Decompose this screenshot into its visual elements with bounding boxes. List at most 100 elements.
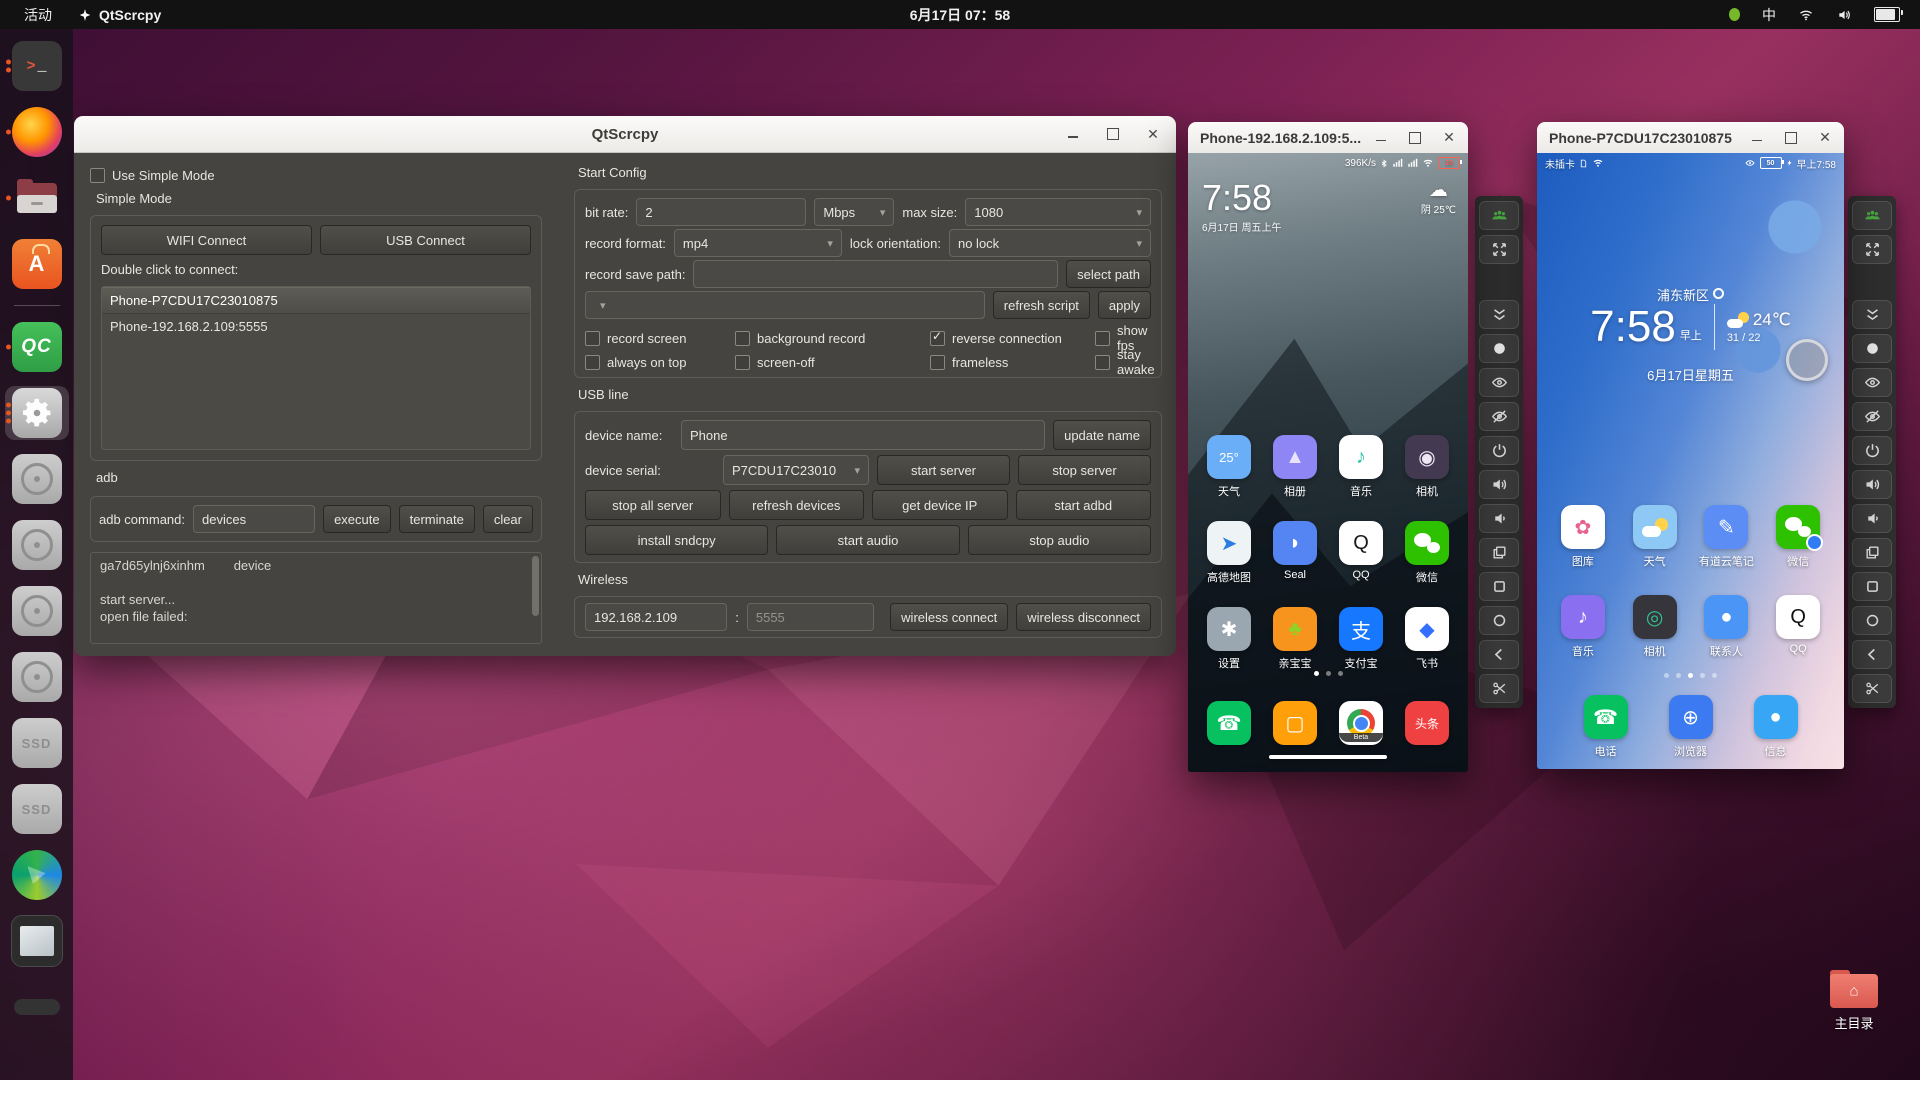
- screen-off-button[interactable]: [1479, 402, 1519, 431]
- phone2-titlebar[interactable]: Phone-P7CDU17C23010875 ✕: [1537, 122, 1844, 154]
- home-folder-shortcut[interactable]: ⌂ 主目录: [1824, 970, 1884, 1032]
- screen-off-button[interactable]: [1852, 402, 1892, 431]
- volume-icon[interactable]: [1836, 8, 1852, 22]
- app-icon-QQ[interactable]: Q QQ: [1332, 521, 1390, 585]
- dock-item-settings[interactable]: [4, 386, 69, 440]
- dock-item-qtscrcpy[interactable]: QC: [5, 320, 69, 374]
- app-icon-QQ[interactable]: Q QQ: [1769, 595, 1827, 659]
- script-combo[interactable]: [585, 291, 985, 319]
- clock-date[interactable]: 6月17日 07：58: [0, 5, 1920, 25]
- option-checkbox-frameless[interactable]: frameless: [930, 354, 1095, 370]
- battery-icon[interactable]: [1874, 7, 1903, 22]
- phone1-screen[interactable]: 396K/s 10 7:58 6月17日 周五上午 ☁ 阴 25℃ 25° 天气 ▲ 相…: [1188, 153, 1468, 772]
- use-simple-mode-checkbox[interactable]: Use Simple Mode: [90, 165, 542, 185]
- dock-item-terminal[interactable]: > _: [5, 39, 69, 93]
- wireless-connect-button[interactable]: wireless connect: [890, 603, 1009, 631]
- bit-rate-input[interactable]: 2: [636, 198, 807, 226]
- dock-item-dark-app[interactable]: [5, 980, 69, 1034]
- option-checkbox-screen-off[interactable]: screen-off: [735, 354, 930, 370]
- app-icon-chrome-beta[interactable]: Beta: [1332, 701, 1390, 745]
- refresh-devices-button[interactable]: refresh devices: [728, 490, 864, 520]
- clear-button[interactable]: clear: [482, 505, 533, 533]
- app-icon-飞书[interactable]: ◆ 飞书: [1398, 607, 1456, 671]
- wireless-ip-input[interactable]: 192.168.2.109: [585, 603, 728, 631]
- touch-button[interactable]: [1852, 334, 1892, 363]
- device-list-item[interactable]: Phone-192.168.2.109:5555: [102, 314, 530, 339]
- app-icon-微信[interactable]: 微信: [1769, 505, 1827, 569]
- app-icon-支付宝[interactable]: 支支付宝: [1332, 607, 1390, 671]
- option-checkbox-background-record[interactable]: background record: [735, 330, 930, 346]
- option-checkbox-reverse-connection[interactable]: reverse connection: [930, 329, 1095, 346]
- maximize-button[interactable]: [1104, 125, 1122, 143]
- record-save-path-input[interactable]: [693, 260, 1059, 288]
- phone2-screen[interactable]: 未插卡 50 早上7:58 浦东新区 7:58 早上 24℃ 31 / 22 6月1…: [1537, 153, 1844, 769]
- assistive-touch-ball[interactable]: [1786, 339, 1828, 381]
- focused-app-menu[interactable]: QtScrcpy: [78, 7, 161, 23]
- group-control-button[interactable]: [1479, 201, 1519, 230]
- touch-button[interactable]: [1479, 334, 1519, 363]
- wireless-disconnect-button[interactable]: wireless disconnect: [1016, 603, 1151, 631]
- dock-item-firefox[interactable]: [5, 105, 69, 159]
- phone1-titlebar[interactable]: Phone-192.168.2.109:5... ✕: [1188, 122, 1468, 154]
- expand-notification-button[interactable]: [1479, 300, 1519, 329]
- app-icon-信息[interactable]: ● 信息: [1747, 695, 1805, 759]
- power-button[interactable]: [1479, 436, 1519, 465]
- dock-item-sphere-app[interactable]: [5, 848, 69, 902]
- app-icon-相册[interactable]: ▲ 相册: [1266, 435, 1324, 499]
- back-button[interactable]: [1479, 640, 1519, 669]
- record-format-combo[interactable]: mp4: [673, 229, 842, 257]
- start-adbd-button[interactable]: start adbd: [1015, 490, 1151, 520]
- wifi-icon[interactable]: [1798, 8, 1814, 22]
- execute-button[interactable]: execute: [323, 505, 391, 533]
- stop-all-server-button[interactable]: stop all server: [585, 490, 721, 520]
- device-list-item[interactable]: Phone-P7CDU17C23010875: [102, 287, 530, 314]
- close-button[interactable]: ✕: [1144, 125, 1162, 143]
- option-checkbox-record-screen[interactable]: record screen: [585, 330, 735, 346]
- start-audio-button[interactable]: start audio: [776, 525, 960, 555]
- home-button[interactable]: [1479, 606, 1519, 635]
- app-icon-Seal[interactable]: ◗ Seal: [1266, 521, 1324, 585]
- menu-button[interactable]: [1479, 572, 1519, 601]
- volume-up-button[interactable]: [1852, 470, 1892, 499]
- dock-item-ssd-2[interactable]: SSD: [5, 782, 69, 836]
- maximize-button[interactable]: [1782, 129, 1800, 147]
- close-button[interactable]: ✕: [1440, 129, 1458, 147]
- app-icon-有道云笔记[interactable]: ✎ 有道云笔记: [1697, 505, 1755, 569]
- option-checkbox-always-on-top[interactable]: always on top: [585, 354, 735, 370]
- app-icon-亲宝宝[interactable]: ♣ 亲宝宝: [1266, 607, 1324, 671]
- minimize-button[interactable]: [1372, 129, 1390, 147]
- start-server-button[interactable]: start server: [877, 455, 1010, 485]
- minimize-button[interactable]: [1748, 129, 1766, 147]
- group-control-button[interactable]: [1852, 201, 1892, 230]
- full-screen-button[interactable]: [1479, 235, 1519, 264]
- input-method-indicator[interactable]: 中: [1762, 5, 1776, 25]
- lock-orientation-combo[interactable]: no lock: [948, 229, 1151, 257]
- device-list[interactable]: Phone-P7CDU17C23010875 Phone-192.168.2.10…: [101, 286, 531, 450]
- install-sndcpy-button[interactable]: install sndcpy: [585, 525, 769, 555]
- wifi-connect-button[interactable]: WIFI Connect: [101, 225, 312, 255]
- power-button[interactable]: [1852, 436, 1892, 465]
- screen-up-button[interactable]: [1479, 368, 1519, 397]
- app-icon-设置[interactable]: ✱ 设置: [1200, 607, 1258, 671]
- full-screen-button[interactable]: [1852, 235, 1892, 264]
- volume-down-button[interactable]: [1479, 504, 1519, 533]
- home-button[interactable]: [1852, 606, 1892, 635]
- app-icon-相机[interactable]: ◉ 相机: [1398, 435, 1456, 499]
- app-icon-相机[interactable]: ◎ 相机: [1626, 595, 1684, 659]
- terminate-button[interactable]: terminate: [398, 505, 475, 533]
- stop-audio-button[interactable]: stop audio: [967, 525, 1151, 555]
- volume-down-button[interactable]: [1852, 504, 1892, 533]
- app-switch-button[interactable]: [1479, 538, 1519, 567]
- dock-item-disc-4[interactable]: [5, 650, 69, 704]
- dock-item-tablet-app[interactable]: [5, 914, 69, 968]
- stop-server-button[interactable]: stop server: [1018, 455, 1151, 485]
- expand-notification-button[interactable]: [1852, 300, 1892, 329]
- screen-up-button[interactable]: [1852, 368, 1892, 397]
- app-icon-音乐[interactable]: ♪ 音乐: [1554, 595, 1612, 659]
- refresh-script-button[interactable]: refresh script: [992, 291, 1090, 319]
- select-path-button[interactable]: select path: [1066, 260, 1151, 288]
- option-checkbox-stay-awake[interactable]: stay awake: [1095, 347, 1155, 377]
- app-icon-电话[interactable]: ☎ 电话: [1577, 695, 1635, 759]
- app-icon-联系人[interactable]: ● 联系人: [1697, 595, 1755, 659]
- apply-button[interactable]: apply: [1097, 291, 1151, 319]
